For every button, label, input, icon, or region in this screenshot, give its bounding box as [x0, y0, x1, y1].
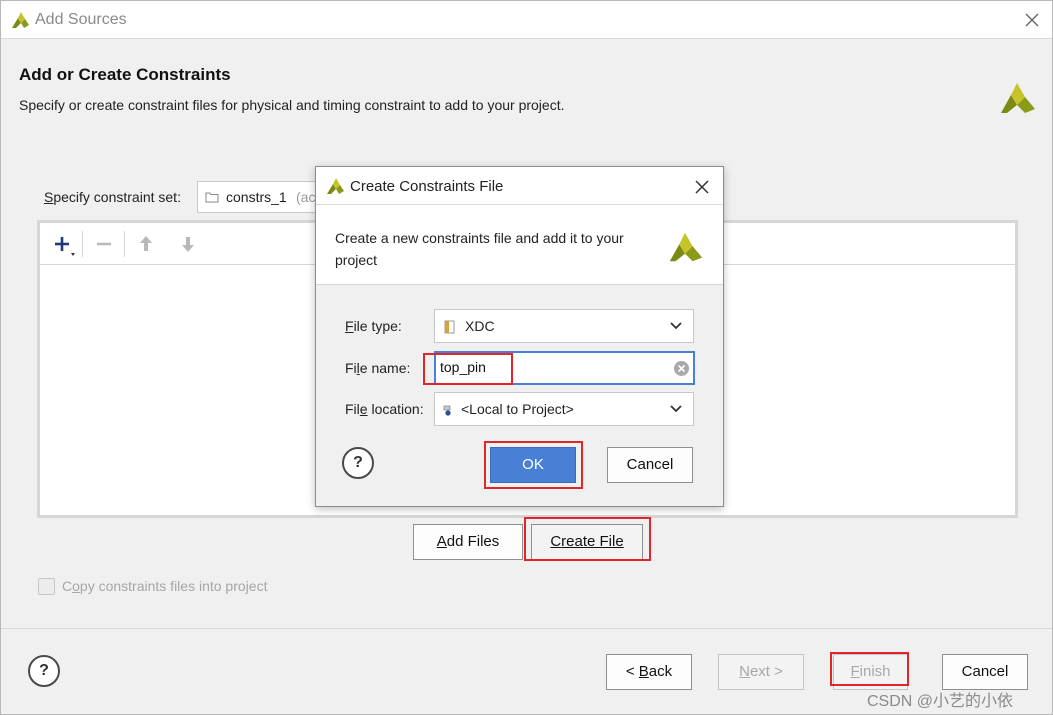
file-location-value: <Local to Project> [461, 401, 574, 417]
ok-highlight [484, 441, 583, 489]
dialog-title-bar: Create Constraints File [316, 167, 723, 205]
help-button[interactable]: ? [28, 655, 60, 687]
constraint-set-label: Specify constraint set: [44, 189, 181, 205]
close-icon[interactable] [1019, 7, 1045, 33]
window-title: Add Sources [35, 11, 127, 28]
dialog-title: Create Constraints File [350, 178, 504, 195]
constraint-set-combo[interactable]: constrs_1 (ac [197, 181, 327, 213]
move-up-icon[interactable] [132, 231, 160, 257]
vivado-logo-icon [327, 178, 344, 194]
next-button[interactable]: Next > [718, 654, 804, 690]
file-location-select[interactable]: <Local to Project> [434, 392, 694, 426]
chevron-down-icon [670, 405, 682, 413]
watermark: CSDN @小艺的小依 [867, 693, 1014, 710]
clear-icon[interactable] [673, 360, 690, 377]
file-name-label: File name: [345, 360, 411, 376]
dialog-description: Create a new constraints file and add it… [335, 230, 624, 268]
file-type-select[interactable]: XDC [434, 309, 694, 343]
vivado-logo-icon [669, 232, 703, 262]
close-icon[interactable] [690, 175, 714, 199]
file-type-value: XDC [465, 318, 495, 334]
file-location-label: File location: [345, 401, 424, 417]
cancel-button[interactable]: Cancel [942, 654, 1028, 690]
toolbar-separator [82, 231, 83, 257]
copy-constraints-label: Copy constraints files into project [62, 578, 268, 594]
add-icon[interactable] [49, 231, 77, 257]
file-name-highlight [423, 353, 513, 385]
page-description: Specify or create constraint files for p… [19, 97, 565, 113]
copy-constraints-checkbox[interactable] [38, 578, 55, 595]
page-header: Add or Create Constraints Specify or cre… [1, 39, 1052, 125]
dialog-header: Create a new constraints file and add it… [316, 205, 723, 285]
back-button[interactable]: < Back [606, 654, 692, 690]
file-type-label: File type: [345, 318, 402, 334]
toolbar-separator [124, 231, 125, 257]
move-down-icon[interactable] [174, 231, 202, 257]
footer-divider [1, 628, 1052, 629]
create-file-highlight [524, 517, 651, 561]
folder-icon [205, 192, 219, 203]
remove-icon[interactable] [90, 231, 118, 257]
dialog-cancel-button[interactable]: Cancel [607, 447, 693, 483]
finish-highlight [830, 652, 909, 686]
create-constraints-dialog: Create Constraints File Create a new con… [315, 166, 724, 507]
vivado-logo-icon [1001, 83, 1035, 113]
constraint-set-value: constrs_1 [226, 189, 287, 205]
title-bar: Add Sources [1, 1, 1052, 39]
chevron-down-icon [670, 322, 682, 330]
xdc-file-icon [444, 320, 455, 334]
dialog-help-button[interactable]: ? [342, 447, 374, 479]
page-title: Add or Create Constraints [19, 65, 231, 84]
local-project-icon [443, 405, 451, 416]
constraint-set-suffix: (ac [296, 189, 316, 205]
vivado-logo-icon [12, 12, 29, 28]
add-files-button[interactable]: Add Files [413, 524, 523, 560]
